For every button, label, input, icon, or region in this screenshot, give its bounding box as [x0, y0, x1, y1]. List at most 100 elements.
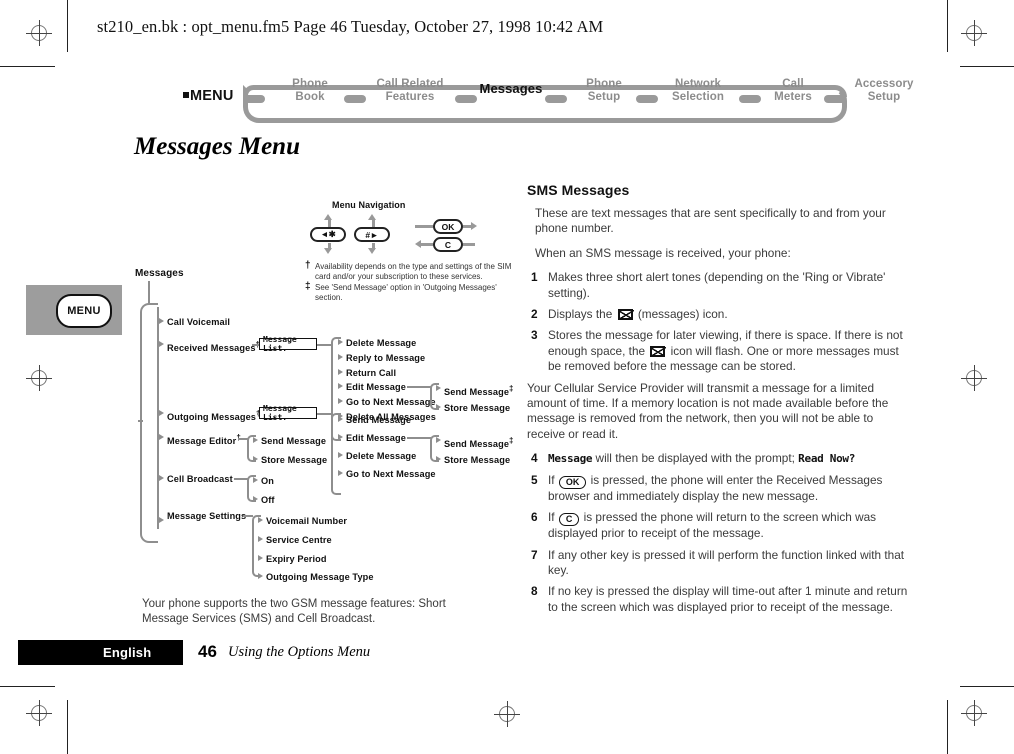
footer-page-number: 46	[198, 642, 217, 661]
menu-path-connector-2	[455, 95, 477, 103]
up-arrow-icon-star	[324, 214, 332, 220]
list-item-step-6: 6 If C is pressed the phone will return …	[527, 510, 909, 541]
tree-arrow-out-3	[338, 470, 343, 476]
up-arrow-stem-star	[328, 219, 331, 227]
registration-mark-top-right	[961, 20, 987, 46]
step-text-a: If	[548, 472, 555, 487]
tree-child-settings-voicemail-number: Voicemail Number	[266, 516, 348, 526]
tree-child-outgoing-edit-send-message: Send Message‡	[444, 436, 514, 449]
tree-arrow-out-2	[338, 452, 343, 458]
paragraph-when-received: When an SMS message is received, your ph…	[535, 245, 791, 260]
tree-lcd-outgoing-message-list: Message List.	[259, 404, 317, 422]
tree-item-cell-broadcast: Cell Broadcast	[167, 474, 233, 484]
registration-mark-top-left	[26, 20, 52, 46]
tree-arrow-settings-voicemail	[258, 517, 263, 523]
menu-path-item-line1: Call	[782, 78, 804, 90]
tree-child-broadcast-off: Off	[261, 495, 275, 505]
registration-mark-bottom-left	[26, 700, 52, 726]
step-number: 8	[531, 584, 538, 599]
tree-arrow-broadcast-off	[253, 496, 258, 502]
tree-child-label: Store Message	[444, 455, 511, 465]
menu-path-connector-1	[344, 95, 366, 103]
step-number: 3	[531, 328, 538, 343]
tree-child-outgoing-edit-store-message: Store Message	[444, 455, 510, 465]
tree-child-received-reply-to-message: Reply to Message	[346, 353, 426, 363]
menu-path-item-call-meters: Call Meters	[763, 78, 823, 103]
crop-mark-top-left-horizontal	[0, 66, 55, 67]
menu-path-item-network-selection: Network Selection	[659, 78, 737, 103]
tree-item-outgoing-messages: Outgoing Messages†	[167, 409, 261, 422]
tree-lcd-received-message-list: Message List.	[259, 335, 317, 353]
tree-arrow-settings-outgoing-type	[258, 573, 263, 579]
ok-key-icon: OK	[558, 475, 587, 489]
running-header: st210_en.bk : opt_menu.fm5 Page 46 Tuesd…	[97, 17, 604, 36]
tree-root-label: Messages	[135, 268, 184, 279]
crop-mark-top-right-vertical	[947, 0, 948, 52]
menu-path-connector-5	[739, 95, 761, 103]
legend-keys: ◄✱ #► OK C	[305, 214, 520, 254]
crop-mark-top-right-horizontal	[960, 66, 1014, 67]
tree-arrow-message-editor	[159, 434, 164, 440]
envelope-icon	[650, 345, 667, 357]
menu-path-item-line1: Messages	[479, 81, 543, 96]
menu-path-root-label: MENU	[190, 88, 234, 104]
footer-language-label: English	[103, 645, 152, 660]
step-text-b: (messages) icon.	[637, 307, 728, 322]
tree-arrow-editor-send	[253, 437, 258, 443]
tree-item-label: Received Messages	[167, 343, 256, 354]
list-item-step-8: 8 If no key is pressed the display will …	[527, 584, 909, 615]
tree-child-label: Store Message	[444, 403, 511, 413]
registration-mark-right-middle	[961, 365, 987, 391]
step-text: If any other key is pressed it will perf…	[548, 547, 905, 577]
list-item-step-1: 1 Makes three short alert tones (dependi…	[527, 270, 909, 301]
tree-root-stem	[148, 281, 150, 305]
menu-path-item-line2: Features	[385, 90, 435, 103]
tree-arrow-recv-0	[338, 339, 343, 345]
list-item-step-3: 3 Stores the message for later viewing, …	[527, 328, 909, 374]
tree-item-label: Message Settings	[167, 511, 247, 521]
document-page: st210_en.bk : opt_menu.fm5 Page 46 Tuesd…	[0, 0, 1014, 754]
step-text-mid: will then be displayed with the prompt;	[595, 451, 795, 466]
tree-dash-recv-edit	[407, 386, 431, 388]
clear-key-icon: C	[558, 513, 580, 527]
menu-path-item-line2: Book	[295, 90, 325, 103]
tree-arrow-out-0	[338, 416, 343, 422]
tree-arrow-recv-4	[338, 398, 343, 404]
key-c: C	[433, 237, 463, 252]
tree-child-label: Send Message	[444, 387, 510, 398]
tree-arrow-recv-1	[338, 354, 343, 360]
tree-child-settings-service-centre: Service Centre	[266, 535, 332, 545]
tree-arrow-cell-broadcast	[159, 475, 164, 481]
tree-arrow-outgoing-messages	[159, 410, 164, 416]
step-number: 2	[531, 307, 538, 322]
tree-outer-brace-mid	[138, 420, 143, 422]
footer-language-bar	[18, 640, 183, 665]
tree-arrow-recv-edit-store	[436, 404, 441, 410]
list-item-step-5: 5 If OK is pressed, the phone will enter…	[527, 473, 909, 504]
menu-path-connector-6	[824, 95, 846, 103]
tree-child-outgoing-delete-message: Delete Message	[346, 451, 417, 461]
down-arrow-icon-hash	[368, 248, 376, 254]
down-arrow-icon-star	[324, 248, 332, 254]
step-number: 6	[531, 510, 538, 525]
tree-child-received-edit-message: Edit Message	[346, 382, 406, 392]
step-number: 4	[531, 451, 538, 466]
crop-mark-bottom-right-vertical	[947, 700, 948, 754]
menu-path-root: MENU	[183, 88, 234, 104]
tree-arrow-settings-expiry	[258, 555, 263, 561]
step-text-b: is pressed the phone will return to the …	[548, 510, 877, 541]
menu-path-item-call-related-features: Call Related Features	[366, 78, 454, 103]
up-arrow-stem-hash	[372, 219, 375, 227]
footer-section-title: Using the Options Menu	[228, 644, 371, 660]
tree-child-received-go-to-next-message: Go to Next Message	[346, 397, 436, 407]
diagram-caption: Your phone supports the two GSM message …	[142, 598, 446, 625]
tree-child-settings-expiry-period: Expiry Period	[266, 554, 327, 564]
crop-mark-top-left-vertical	[67, 0, 68, 52]
menu-path-item-phone-book: Phone Book	[277, 78, 343, 103]
tree-arrow-settings-service	[258, 536, 263, 542]
registration-mark-bottom-right	[961, 700, 987, 726]
up-arrow-icon-hash	[368, 214, 376, 220]
step-number: 5	[531, 472, 538, 487]
tree-child-editor-send-message: Send Message	[261, 436, 327, 446]
tree-item-label: Message Editor	[167, 436, 237, 447]
